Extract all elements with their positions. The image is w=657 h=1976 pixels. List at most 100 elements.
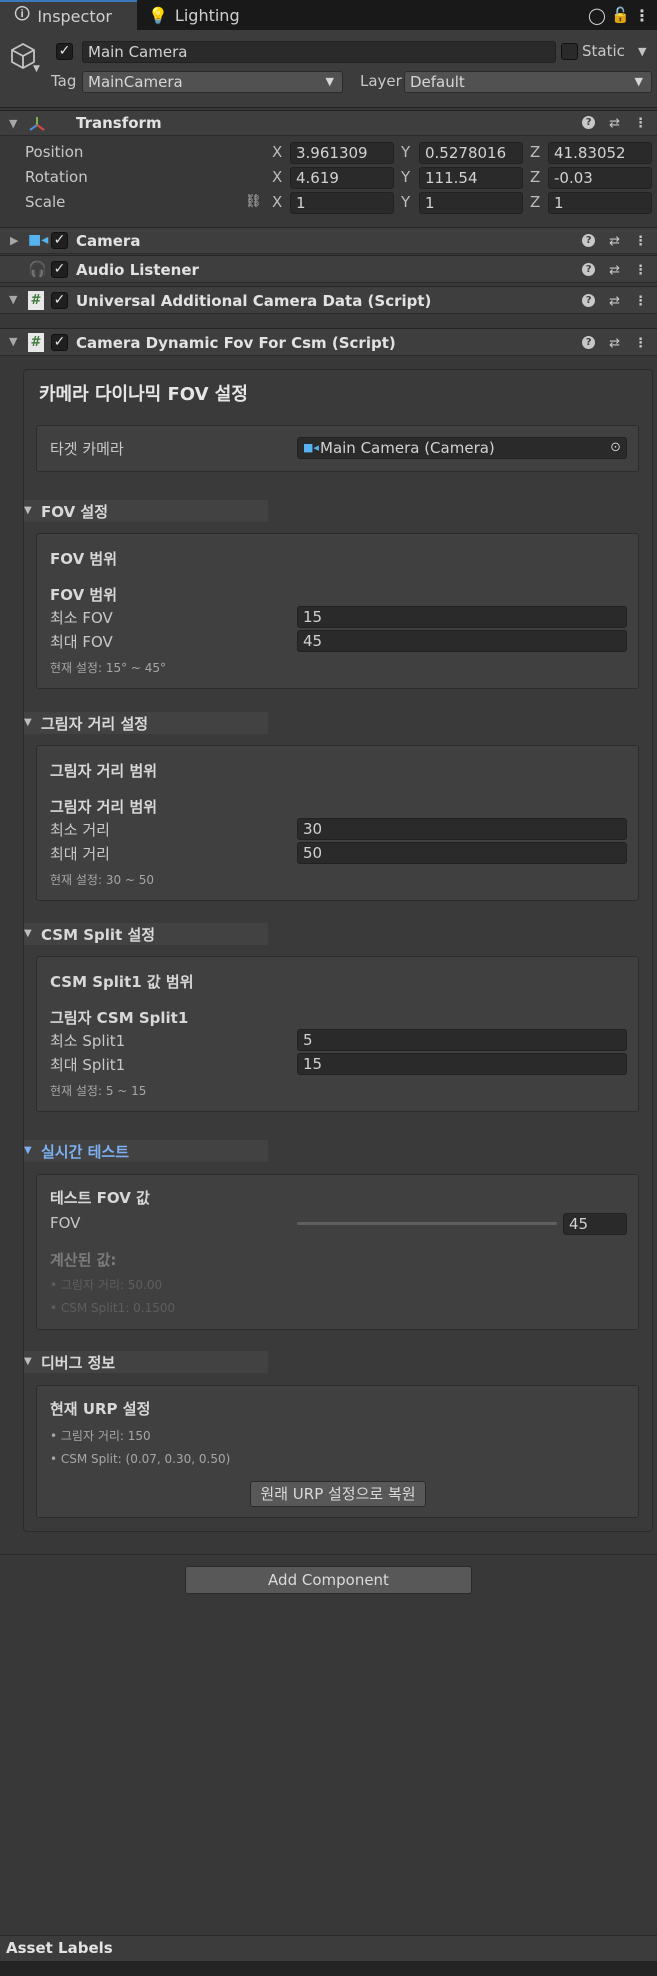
help-icon[interactable]: ? (582, 116, 596, 129)
csm-current-note: 현재 설정: 5 ~ 15 (50, 1084, 147, 1098)
help-icon[interactable]: ? (582, 263, 596, 276)
restore-urp-button[interactable]: 원래 URP 설정으로 복원 (250, 1481, 426, 1507)
active-toggle[interactable]: ✓ (56, 43, 73, 60)
ucd-header[interactable]: ▼ # ✓ Universal Additional Camera Data (… (0, 286, 657, 314)
expanded-arrow-icon[interactable]: ▼ (9, 293, 17, 306)
fov-script-header[interactable]: ▼ # ✓ Camera Dynamic Fov For Csm (Script… (0, 328, 657, 356)
audio-listener-header[interactable]: 🎧 ✓ Audio Listener ? ⇄ ⋮ (0, 255, 657, 283)
kebab-menu-icon[interactable]: ⋮ (634, 116, 647, 131)
foldout-arrow-icon[interactable]: ▼ (24, 1356, 32, 1367)
layer-dropdown[interactable]: Default ▼ (404, 71, 652, 93)
scale-link-icon[interactable]: ⛓ (245, 194, 262, 209)
shadow-current-note: 현재 설정: 30 ~ 50 (50, 873, 155, 887)
fov-min-field[interactable]: 15 (297, 606, 627, 628)
fov-box-title: FOV 범위 (50, 550, 118, 568)
foldout-arrow-icon[interactable]: ▼ (24, 717, 32, 728)
asset-labels-bar[interactable]: Asset Labels (0, 1935, 657, 1961)
add-component-button[interactable]: Add Component (185, 1566, 472, 1594)
csm-max-field[interactable]: 15 (297, 1053, 627, 1075)
expanded-arrow-icon[interactable]: ▼ (9, 117, 17, 130)
help-icon[interactable]: ? (582, 234, 596, 247)
fov-slider-track[interactable] (297, 1222, 557, 1225)
rotation-label: Rotation (25, 168, 88, 186)
kebab-menu-icon[interactable]: ⋮ (634, 336, 647, 351)
lock-icon[interactable]: ◯ (588, 6, 606, 25)
debug-shadow-line: • 그림자 거리: 150 (50, 1429, 151, 1443)
kebab-menu-icon[interactable]: ⋮ (634, 263, 647, 278)
object-name-field[interactable]: Main Camera (82, 41, 556, 63)
static-checkbox[interactable] (561, 43, 578, 60)
tag-value: MainCamera (88, 73, 183, 91)
object-picker-icon[interactable]: ⊙ (610, 438, 621, 458)
more-menu-icon[interactable]: ⋮ (634, 6, 650, 25)
asset-labels-strip (0, 1961, 657, 1976)
script-icon: # (28, 291, 44, 310)
shadow-max-field[interactable]: 50 (297, 842, 627, 864)
static-dropdown-icon[interactable]: ▼ (638, 45, 646, 58)
camera-header[interactable]: ▶ ■◂ ✓ Camera ? ⇄ ⋮ (0, 227, 657, 254)
tab-inspector[interactable]: 🛈 Inspector (0, 0, 137, 30)
padlock-icon[interactable]: 🔓 (611, 6, 630, 24)
csm-section-header[interactable]: ▼ CSM Split 설정 (24, 923, 268, 945)
camera-icon: ■◂ (303, 441, 319, 454)
collapsed-arrow-icon[interactable]: ▶ (10, 234, 18, 247)
test-section-header[interactable]: ▼ 실시간 테스트 (24, 1140, 268, 1162)
foldout-arrow-icon[interactable]: ▼ (24, 505, 32, 516)
tag-dropdown[interactable]: MainCamera ▼ (82, 71, 343, 93)
fov-current-note: 현재 설정: 15° ~ 45° (50, 661, 167, 675)
shadow-section-header[interactable]: ▼ 그림자 거리 설정 (24, 712, 268, 734)
shadow-min-field[interactable]: 30 (297, 818, 627, 840)
camera-enabled-toggle[interactable]: ✓ (51, 232, 68, 249)
preset-icon[interactable]: ⇄ (609, 336, 620, 351)
scale-y-field[interactable]: 1 (419, 192, 523, 214)
chevron-down-icon: ▼ (325, 75, 334, 88)
foldout-arrow-icon[interactable]: ▼ (24, 928, 32, 939)
csm-section-title: CSM Split 설정 (41, 926, 156, 944)
scale-z-field[interactable]: 1 (548, 192, 652, 214)
axis-x-label: X (272, 143, 283, 161)
shadow-max-label: 최대 거리 (50, 845, 110, 863)
rotation-y-field[interactable]: 111.54 (419, 167, 523, 189)
help-icon[interactable]: ? (582, 294, 596, 307)
expanded-arrow-icon[interactable]: ▼ (9, 335, 17, 348)
scale-x-field[interactable]: 1 (290, 192, 394, 214)
fov-slider-value-field[interactable]: 45 (563, 1213, 627, 1235)
preset-icon[interactable]: ⇄ (609, 234, 620, 249)
icon-dropdown-icon[interactable]: ▼ (33, 64, 40, 74)
layer-value: Default (410, 73, 465, 91)
debug-box: 현재 URP 설정 • 그림자 거리: 150 • CSM Split: (0.… (36, 1385, 639, 1518)
object-header: ▼ ✓ Main Camera Static ▼ Tag MainCamera … (0, 30, 657, 108)
audio-listener-enabled-toggle[interactable]: ✓ (51, 261, 68, 278)
static-label: Static (582, 42, 625, 60)
position-y-field[interactable]: 0.5278016 (419, 142, 523, 164)
kebab-menu-icon[interactable]: ⋮ (634, 234, 647, 249)
axis-y-label: Y (401, 193, 411, 211)
position-z-field[interactable]: 41.83052 (548, 142, 652, 164)
axis-z-label: Z (530, 143, 541, 161)
csm-min-field[interactable]: 5 (297, 1029, 627, 1051)
debug-box-title: 현재 URP 설정 (50, 1400, 151, 1418)
rotation-z-field[interactable]: -0.03 (548, 167, 652, 189)
ucd-title: Universal Additional Camera Data (Script… (76, 292, 432, 310)
fov-max-field[interactable]: 45 (297, 630, 627, 652)
csm-sub-title: 그림자 CSM Split1 (50, 1009, 189, 1027)
preset-icon[interactable]: ⇄ (609, 294, 620, 309)
fov-section-header[interactable]: ▼ FOV 설정 (24, 500, 268, 522)
help-icon[interactable]: ? (582, 336, 596, 349)
target-camera-field[interactable]: ■◂ Main Camera (Camera) ⊙ (297, 437, 627, 459)
shadow-min-label: 최소 거리 (50, 821, 110, 839)
position-x-field[interactable]: 3.961309 (290, 142, 394, 164)
tab-lighting[interactable]: 💡 Lighting (148, 0, 268, 30)
headphones-icon: 🎧 (28, 260, 47, 278)
preset-icon[interactable]: ⇄ (609, 263, 620, 278)
preset-icon[interactable]: ⇄ (609, 116, 620, 131)
test-box: 테스트 FOV 값 FOV 45 계산된 값: • 그림자 거리: 50.00 … (36, 1174, 639, 1330)
kebab-menu-icon[interactable]: ⋮ (634, 294, 647, 309)
ucd-enabled-toggle[interactable]: ✓ (51, 292, 68, 309)
shadow-box: 그림자 거리 범위 그림자 거리 범위 최소 거리 30 최대 거리 50 현재… (36, 745, 639, 901)
transform-header[interactable]: ▼ Transform ? ⇄ ⋮ (0, 110, 657, 136)
rotation-x-field[interactable]: 4.619 (290, 167, 394, 189)
fov-script-enabled-toggle[interactable]: ✓ (51, 334, 68, 351)
debug-section-header[interactable]: ▼ 디버그 정보 (24, 1351, 268, 1373)
foldout-arrow-icon[interactable]: ▼ (24, 1145, 32, 1156)
